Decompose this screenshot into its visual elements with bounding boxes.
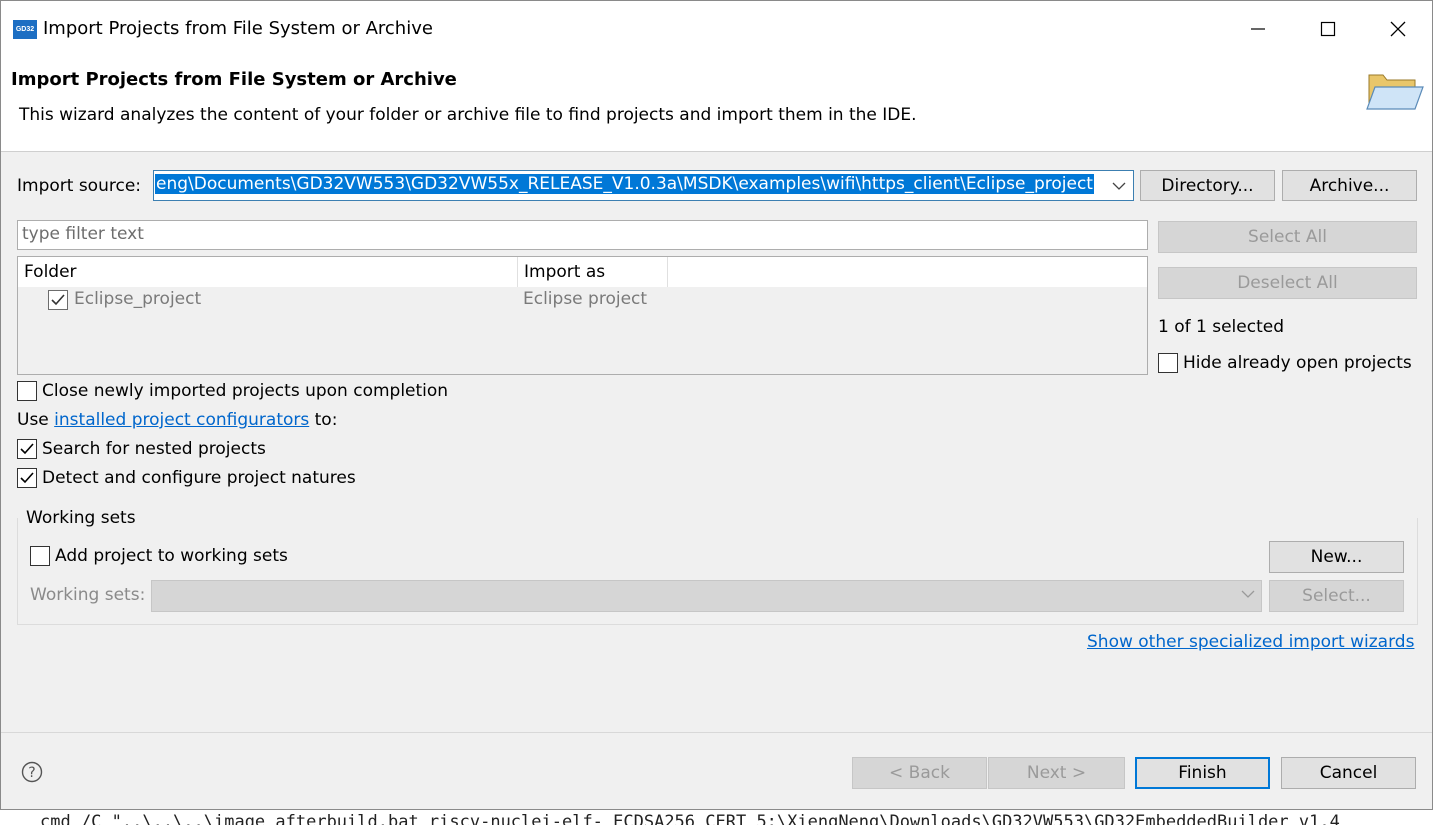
table-header: Folder Import as — [18, 257, 1147, 287]
add-to-working-sets-checkbox[interactable]: Add project to working sets — [30, 546, 288, 566]
filter-input[interactable]: type filter text — [17, 220, 1148, 250]
detect-natures-label: Detect and configure project natures — [42, 468, 356, 488]
table-row[interactable]: Eclipse_project Eclipse project — [18, 287, 1147, 315]
wizard-title: Import Projects from File System or Arch… — [11, 69, 457, 90]
checkmark-icon — [51, 294, 65, 306]
background-console: cmd /C "..\..\..\image_afterbuild.bat ri… — [0, 808, 1445, 825]
chevron-down-icon — [1112, 182, 1126, 190]
row-import-as: Eclipse project — [523, 289, 648, 309]
app-logo-icon: GD32 — [13, 20, 37, 39]
next-button[interactable]: Next > — [988, 757, 1125, 789]
search-nested-label: Search for nested projects — [42, 439, 266, 459]
close-newly-checkbox-box[interactable] — [17, 381, 37, 401]
close-button[interactable] — [1375, 11, 1421, 47]
back-button[interactable]: < Back — [852, 757, 987, 789]
archive-button[interactable]: Archive... — [1282, 170, 1417, 201]
import-source-value[interactable]: eng\Documents\GD32VW553\GD32VW55x_RELEAS… — [155, 174, 1103, 197]
maximize-icon — [1320, 21, 1336, 37]
use-suffix: to: — [309, 410, 338, 430]
deselect-all-button[interactable]: Deselect All — [1158, 267, 1417, 299]
import-source-label: Import source: — [17, 176, 142, 196]
detect-natures-checkbox[interactable]: Detect and configure project natures — [17, 468, 356, 488]
folder-open-icon — [1366, 74, 1424, 110]
import-dialog: GD32 Import Projects from File System or… — [0, 0, 1433, 810]
selected-count: 1 of 1 selected — [1158, 317, 1284, 337]
working-sets-combo[interactable] — [151, 580, 1262, 612]
configurators-link[interactable]: installed project configurators — [54, 410, 309, 430]
directory-button[interactable]: Directory... — [1140, 170, 1275, 201]
maximize-button[interactable] — [1305, 11, 1351, 47]
title-bar: GD32 Import Projects from File System or… — [1, 1, 1432, 57]
checkmark-icon — [20, 472, 34, 484]
detect-natures-checkbox-box[interactable] — [17, 468, 37, 488]
close-newly-imported-checkbox[interactable]: Close newly imported projects upon compl… — [17, 381, 448, 401]
footer-separator — [1, 732, 1432, 733]
row-folder-name: Eclipse_project — [74, 289, 202, 309]
column-header-folder[interactable]: Folder — [18, 257, 518, 287]
background-console-text: cmd /C "..\..\..\image_afterbuild.bat ri… — [40, 812, 1340, 825]
window-title: Import Projects from File System or Arch… — [43, 18, 433, 39]
column-header-import-as[interactable]: Import as — [518, 257, 668, 287]
configurators-line: Use installed project configurators to: — [17, 410, 337, 430]
hide-open-checkbox-box[interactable] — [1158, 353, 1178, 373]
other-import-wizards-link[interactable]: Show other specialized import wizards — [1087, 632, 1414, 652]
use-prefix: Use — [17, 410, 55, 430]
svg-text:?: ? — [28, 765, 35, 781]
row-checkbox[interactable] — [48, 290, 68, 310]
hide-open-projects-checkbox[interactable]: Hide already open projects — [1158, 353, 1412, 373]
background-window-edge — [1432, 0, 1445, 808]
add-to-ws-checkbox-box[interactable] — [30, 546, 50, 566]
add-to-ws-label: Add project to working sets — [55, 546, 288, 566]
close-newly-label: Close newly imported projects upon compl… — [42, 381, 449, 401]
working-sets-label: Working sets: — [30, 585, 146, 605]
wizard-description: This wizard analyzes the content of your… — [19, 105, 917, 125]
cancel-button[interactable]: Cancel — [1281, 757, 1416, 789]
select-working-sets-button[interactable]: Select... — [1269, 580, 1404, 612]
minimize-icon — [1251, 28, 1265, 30]
source-dropdown-button[interactable] — [1105, 171, 1133, 200]
working-sets-title: Working sets — [26, 508, 140, 528]
checkmark-icon — [20, 443, 34, 455]
hide-open-label: Hide already open projects — [1183, 353, 1412, 373]
import-source-combo[interactable]: eng\Documents\GD32VW553\GD32VW55x_RELEAS… — [153, 170, 1134, 201]
project-table: Folder Import as Eclipse_project Eclipse… — [17, 256, 1148, 375]
chevron-down-icon — [1241, 590, 1255, 598]
close-icon — [1390, 21, 1406, 37]
search-nested-checkbox[interactable]: Search for nested projects — [17, 439, 266, 459]
search-nested-checkbox-box[interactable] — [17, 439, 37, 459]
minimize-button[interactable] — [1235, 11, 1281, 47]
finish-button[interactable]: Finish — [1135, 757, 1270, 789]
new-working-set-button[interactable]: New... — [1269, 541, 1404, 573]
wizard-header: Import Projects from File System or Arch… — [1, 57, 1432, 152]
help-icon[interactable]: ? — [21, 761, 43, 783]
select-all-button[interactable]: Select All — [1158, 221, 1417, 253]
